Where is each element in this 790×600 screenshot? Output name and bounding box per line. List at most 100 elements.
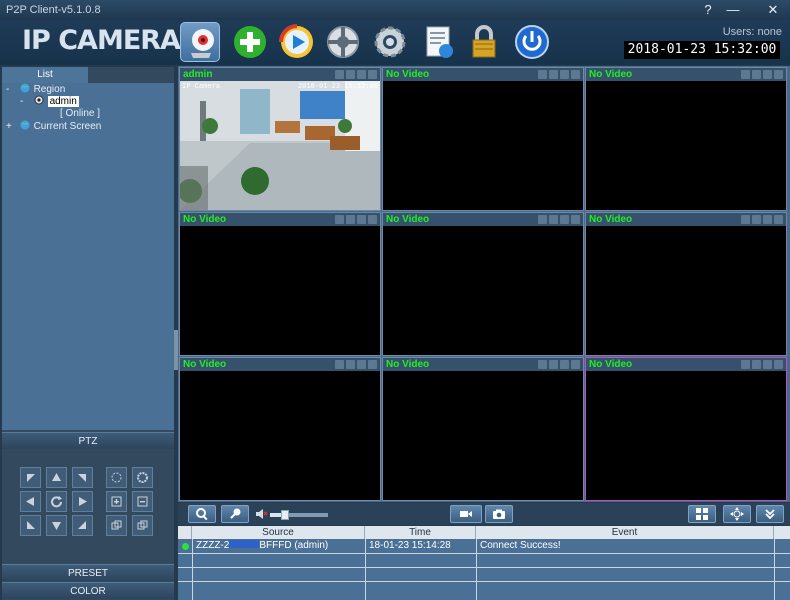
lock-button[interactable] <box>464 22 504 62</box>
ptz-up-left-button[interactable] <box>20 467 41 488</box>
ptz-down-left-button[interactable] <box>20 515 41 536</box>
video-cell[interactable]: No Video <box>179 212 381 356</box>
cell-zoom-icon[interactable] <box>741 360 750 369</box>
column-time[interactable]: Time <box>365 526 476 539</box>
fullscreen-button[interactable] <box>723 505 751 523</box>
zoom-in-button[interactable] <box>106 491 127 512</box>
power-button[interactable] <box>512 22 552 62</box>
cell-record-icon[interactable] <box>763 70 772 79</box>
column-event[interactable]: Event <box>476 526 774 539</box>
settings-button[interactable] <box>370 22 410 62</box>
cell-zoom-icon[interactable] <box>538 215 547 224</box>
cell-close-icon[interactable] <box>571 215 580 224</box>
cell-zoom-icon[interactable] <box>335 360 344 369</box>
ptz-up-button[interactable] <box>46 467 67 488</box>
cell-audio-icon[interactable] <box>752 215 761 224</box>
ptz-down-right-button[interactable] <box>72 515 93 536</box>
talk-button[interactable] <box>221 505 249 523</box>
log-button[interactable] <box>418 22 458 62</box>
tree-node-region[interactable]: - Region <box>6 83 65 95</box>
tree-node-current-screen[interactable]: + Current Screen <box>6 120 101 132</box>
cell-close-icon[interactable] <box>571 70 580 79</box>
video-cell[interactable]: No Video <box>585 212 787 356</box>
speaker-button[interactable] <box>254 507 268 521</box>
record-button[interactable] <box>450 505 482 523</box>
video-cell[interactable]: No Video <box>382 212 584 356</box>
video-cell[interactable]: No Video <box>382 357 584 501</box>
cell-record-icon[interactable] <box>357 70 366 79</box>
volume-knob[interactable] <box>280 510 289 520</box>
cell-zoom-icon[interactable] <box>538 70 547 79</box>
expand-toggle[interactable]: - <box>6 84 16 95</box>
iris-open-button[interactable] <box>106 515 127 536</box>
ptz-auto-button[interactable] <box>46 491 67 512</box>
help-button[interactable]: ? <box>697 1 719 19</box>
cell-record-icon[interactable] <box>763 360 772 369</box>
arrow-down-icon <box>52 522 61 530</box>
cell-audio-icon[interactable] <box>346 360 355 369</box>
cell-record-icon[interactable] <box>560 215 569 224</box>
cell-zoom-icon[interactable] <box>335 70 344 79</box>
ptz-left-button[interactable] <box>20 491 41 512</box>
playback-icon <box>279 24 313 58</box>
video-cell[interactable]: No Video <box>179 357 381 501</box>
cell-close-icon[interactable] <box>368 215 377 224</box>
preset-section-header[interactable]: PRESET <box>2 564 174 581</box>
layout-button[interactable] <box>688 505 716 523</box>
tab-list[interactable]: List <box>2 67 88 83</box>
zoom-out-button[interactable] <box>132 491 153 512</box>
video-cell[interactable]: No Video <box>585 357 787 501</box>
expand-toggle[interactable]: + <box>6 121 16 132</box>
cell-record-icon[interactable] <box>357 215 366 224</box>
video-cell[interactable]: No Video <box>585 67 787 211</box>
cell-audio-icon[interactable] <box>346 70 355 79</box>
ptz-right-button[interactable] <box>72 491 93 512</box>
live-view-button[interactable] <box>180 22 220 62</box>
cell-record-icon[interactable] <box>763 215 772 224</box>
table-row[interactable]: ZZZZ-2 BFFFD (admin) 18-01-23 15:14:28 Co… <box>178 539 790 553</box>
ptz-button[interactable] <box>323 22 363 62</box>
tree-node-admin[interactable]: - admin <box>20 95 79 107</box>
cell-close-icon[interactable] <box>774 215 783 224</box>
cell-record-icon[interactable] <box>560 70 569 79</box>
tree-node-status: [ Online ] <box>60 108 101 119</box>
cell-close-icon[interactable] <box>774 70 783 79</box>
volume-slider[interactable] <box>270 510 328 520</box>
event-source-prefix: ZZZZ-2 <box>196 540 230 551</box>
cell-close-icon[interactable] <box>368 360 377 369</box>
cell-audio-icon[interactable] <box>752 70 761 79</box>
video-cell[interactable]: No Video <box>382 67 584 211</box>
ptz-section-header[interactable]: PTZ <box>2 432 174 449</box>
cell-record-icon[interactable] <box>357 360 366 369</box>
playback-button[interactable] <box>277 22 317 62</box>
cell-close-icon[interactable] <box>774 360 783 369</box>
cell-audio-icon[interactable] <box>549 360 558 369</box>
add-device-button[interactable] <box>230 22 270 62</box>
cell-zoom-icon[interactable] <box>741 215 750 224</box>
close-button[interactable]: ✕ <box>762 1 784 19</box>
cell-audio-icon[interactable] <box>549 215 558 224</box>
cell-zoom-icon[interactable] <box>538 360 547 369</box>
expand-toggle[interactable]: - <box>20 96 30 107</box>
snapshot-button[interactable] <box>485 505 513 523</box>
video-cell[interactable]: admin IP Camera 2018-01-23 15:32:00 <box>179 67 381 211</box>
cell-audio-icon[interactable] <box>549 70 558 79</box>
cell-close-icon[interactable] <box>368 70 377 79</box>
cell-zoom-icon[interactable] <box>335 215 344 224</box>
cell-close-icon[interactable] <box>571 360 580 369</box>
cell-zoom-icon[interactable] <box>741 70 750 79</box>
ptz-up-right-button[interactable] <box>72 467 93 488</box>
focus-near-button[interactable] <box>106 467 127 488</box>
collapse-events-button[interactable] <box>756 505 784 523</box>
cell-audio-icon[interactable] <box>752 360 761 369</box>
minimize-button[interactable]: — <box>722 1 744 19</box>
zoom-button[interactable] <box>188 505 216 523</box>
focus-far-button[interactable] <box>132 467 153 488</box>
cell-record-icon[interactable] <box>560 360 569 369</box>
arrow-right-icon <box>79 497 87 506</box>
color-section-header[interactable]: COLOR <box>2 582 174 599</box>
iris-close-button[interactable] <box>132 515 153 536</box>
cell-audio-icon[interactable] <box>346 215 355 224</box>
column-source[interactable]: Source <box>192 526 365 539</box>
ptz-down-button[interactable] <box>46 515 67 536</box>
